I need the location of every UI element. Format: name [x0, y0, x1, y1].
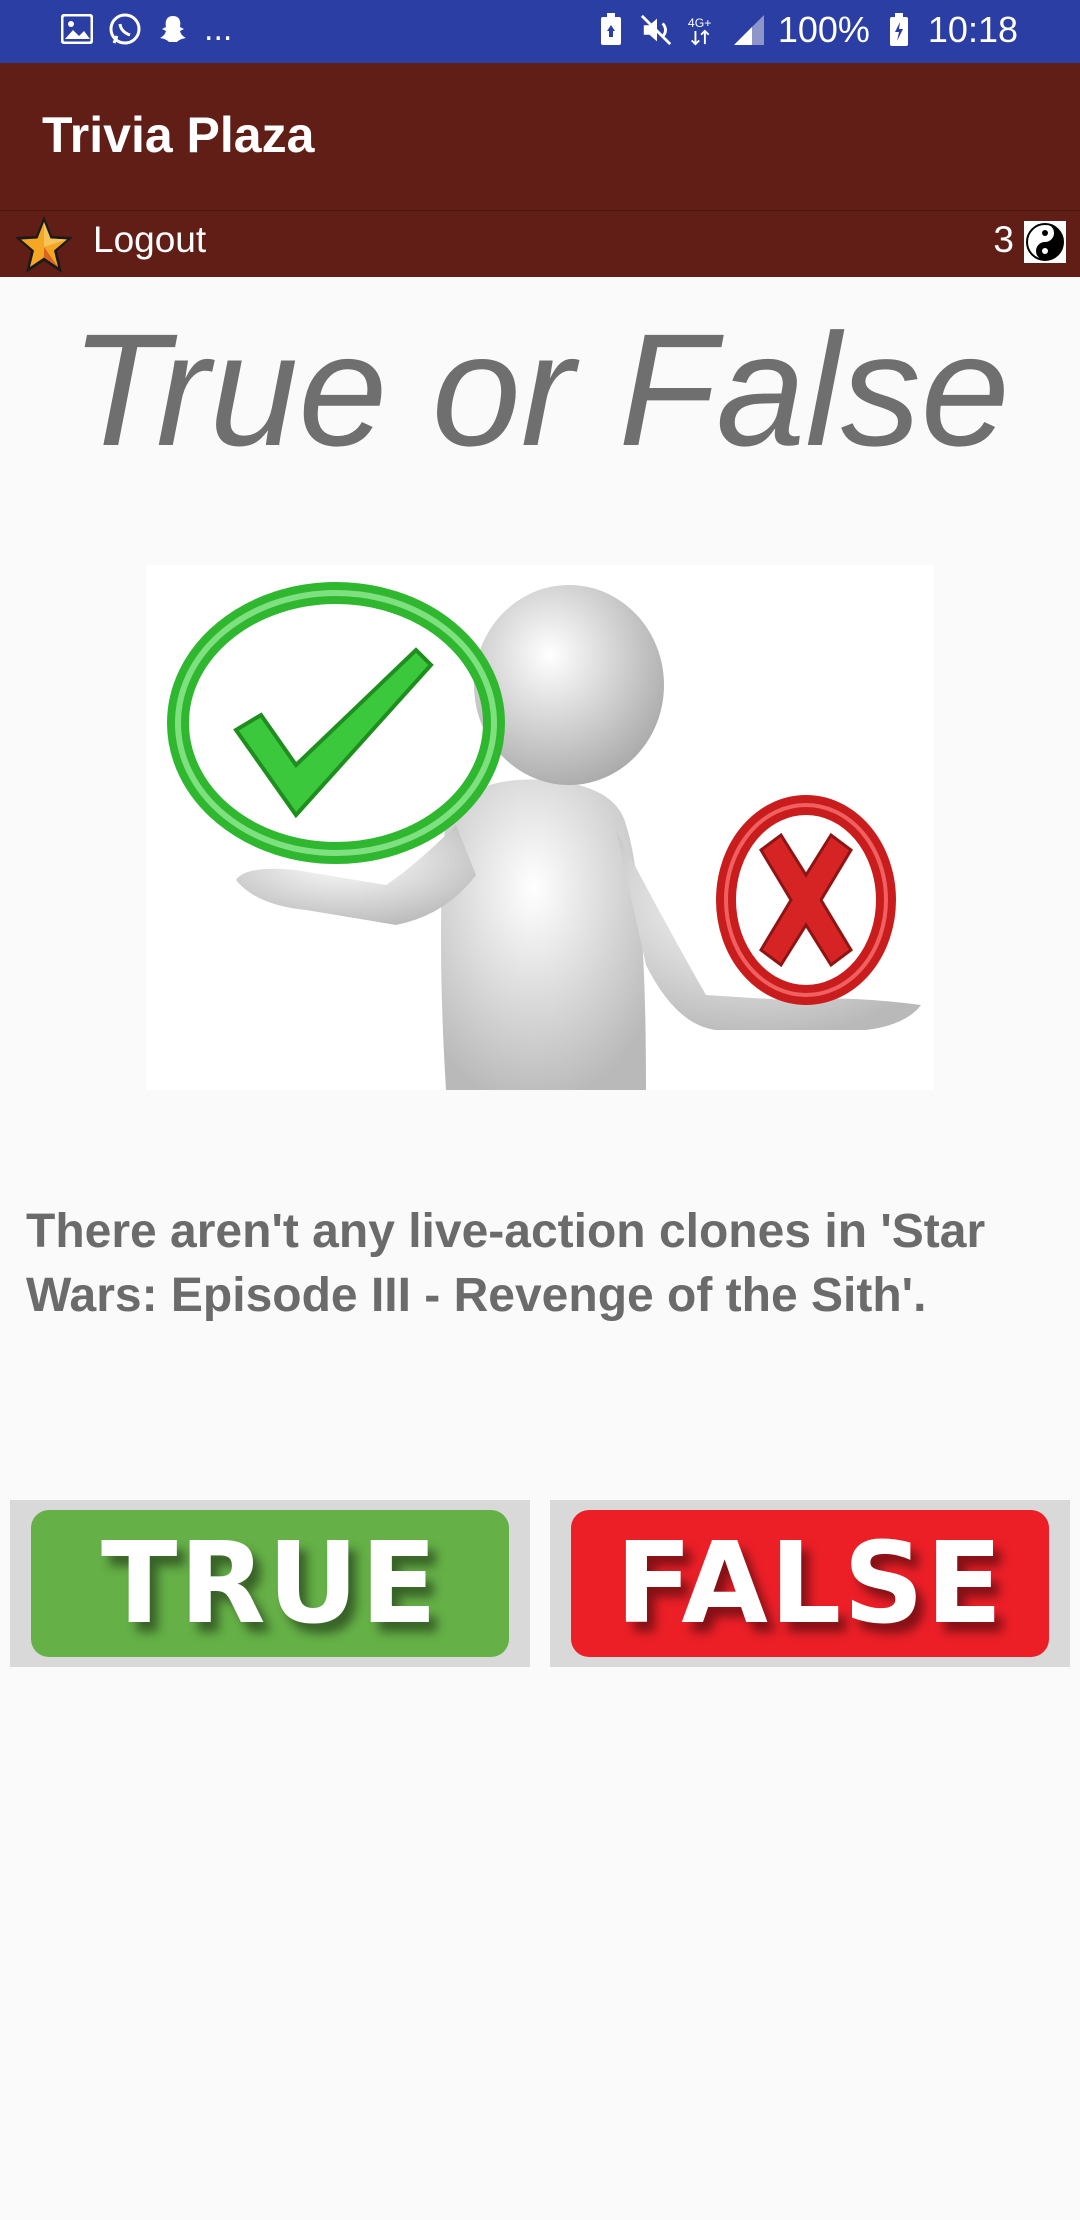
notification-overflow: ... [204, 10, 233, 48]
network-4g-icon: 4G+ [686, 13, 720, 47]
false-button-frame: FALSE [550, 1500, 1070, 1667]
status-right: 4G+ 100% 10:18 [594, 10, 1018, 50]
snapchat-icon [156, 12, 190, 46]
svg-text:4G+: 4G+ [688, 16, 712, 30]
star-icon [12, 213, 76, 277]
clock: 10:18 [927, 9, 1018, 50]
yin-yang-icon [1024, 221, 1066, 263]
battery-icon [882, 13, 916, 47]
question-text: There aren't any live-action clones in '… [26, 1205, 986, 1322]
signal-icon [732, 13, 766, 47]
app-title: Trivia Plaza [42, 107, 315, 163]
true-button[interactable]: TRUE [31, 1510, 509, 1657]
battery-saver-icon [594, 13, 628, 47]
mute-icon [640, 13, 674, 47]
app-toolbar: Trivia Plaza [0, 63, 1080, 210]
image-icon [60, 12, 94, 46]
logout-link[interactable]: Logout [93, 219, 206, 261]
false-button[interactable]: FALSE [571, 1510, 1049, 1657]
page-heading: True or False [70, 300, 1010, 479]
true-button-frame: TRUE [10, 1500, 530, 1667]
coin-count: 3 [993, 219, 1014, 260]
user-bar: Logout 3 [0, 210, 1080, 277]
status-bar: ... 4G+ 100% 10:18 [0, 0, 1080, 63]
whatsapp-icon [108, 12, 142, 46]
status-left: ... [60, 12, 232, 46]
battery-percentage: 100% [777, 9, 870, 50]
true-false-illustration [146, 565, 934, 1090]
